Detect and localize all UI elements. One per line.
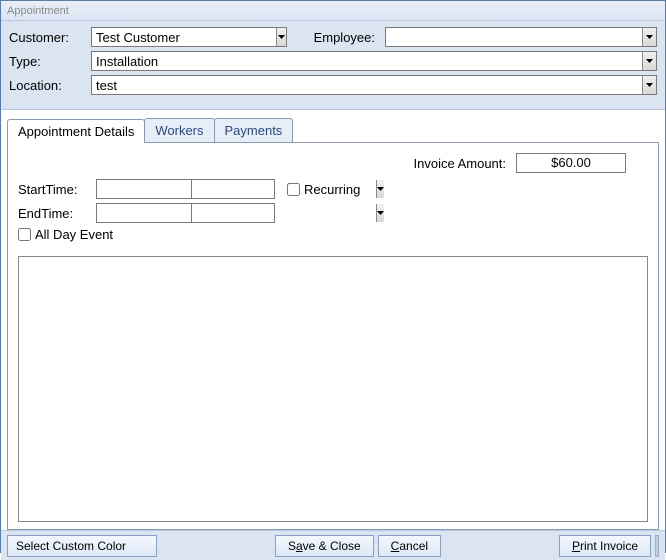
save-close-mnemonic: a <box>296 539 303 553</box>
save-close-button[interactable]: Save & Close <box>275 535 374 557</box>
employee-label: Employee: <box>291 30 381 45</box>
cancel-button[interactable]: Cancel <box>378 535 441 557</box>
save-close-post: ve & Close <box>303 539 361 553</box>
dropdown-icon[interactable] <box>376 204 384 222</box>
print-post: rint Invoice <box>580 539 638 553</box>
endtime-time-input[interactable] <box>192 204 376 222</box>
header-panel: Customer: Employee: Type: Location: <box>1 21 665 110</box>
endtime-time-combo[interactable] <box>191 203 275 223</box>
select-custom-color-button[interactable]: Select Custom Color <box>7 535 157 557</box>
tab-workers[interactable]: Workers <box>144 118 214 142</box>
employee-input[interactable] <box>386 28 642 46</box>
invoice-amount-value: $60.00 <box>516 153 626 173</box>
tab-appointment-details[interactable]: Appointment Details <box>7 119 145 143</box>
allday-label: All Day Event <box>35 227 113 242</box>
details-panel: Invoice Amount: $60.00 StartTime: Recurr… <box>7 142 659 530</box>
dropdown-icon[interactable] <box>376 180 384 198</box>
dropdown-icon[interactable] <box>642 28 656 46</box>
location-combo[interactable] <box>91 75 657 95</box>
customer-combo[interactable] <box>91 27 287 47</box>
save-close-pre: S <box>288 539 296 553</box>
dropdown-icon[interactable] <box>276 28 286 46</box>
starttime-date-input[interactable] <box>96 179 192 199</box>
allday-checkbox[interactable] <box>18 228 31 241</box>
employee-combo[interactable] <box>385 27 657 47</box>
window-title: Appointment <box>1 1 665 21</box>
print-invoice-button[interactable]: Print Invoice <box>559 535 651 557</box>
endtime-label: EndTime: <box>18 206 96 221</box>
tab-payments[interactable]: Payments <box>214 118 294 142</box>
customer-input[interactable] <box>92 28 276 46</box>
allday-checkbox-wrap[interactable]: All Day Event <box>18 227 113 242</box>
starttime-label: StartTime: <box>18 182 96 197</box>
starttime-time-input[interactable] <box>192 180 376 198</box>
endtime-date-input[interactable] <box>96 203 192 223</box>
invoice-amount-label: Invoice Amount: <box>414 156 507 171</box>
location-label: Location: <box>9 78 87 93</box>
cancel-post: ancel <box>399 539 428 553</box>
footer-divider <box>655 535 659 557</box>
customer-label: Customer: <box>9 30 87 45</box>
type-input[interactable] <box>92 52 642 70</box>
location-input[interactable] <box>92 76 642 94</box>
type-combo[interactable] <box>91 51 657 71</box>
footer-bar: Select Custom Color Save & Close Cancel … <box>1 530 665 560</box>
starttime-time-combo[interactable] <box>191 179 275 199</box>
tab-strip: Appointment Details Workers Payments <box>7 118 659 142</box>
print-mnemonic: P <box>572 539 580 553</box>
dropdown-icon[interactable] <box>642 52 656 70</box>
notes-textarea[interactable] <box>18 256 648 522</box>
dropdown-icon[interactable] <box>642 76 656 94</box>
type-label: Type: <box>9 54 87 69</box>
